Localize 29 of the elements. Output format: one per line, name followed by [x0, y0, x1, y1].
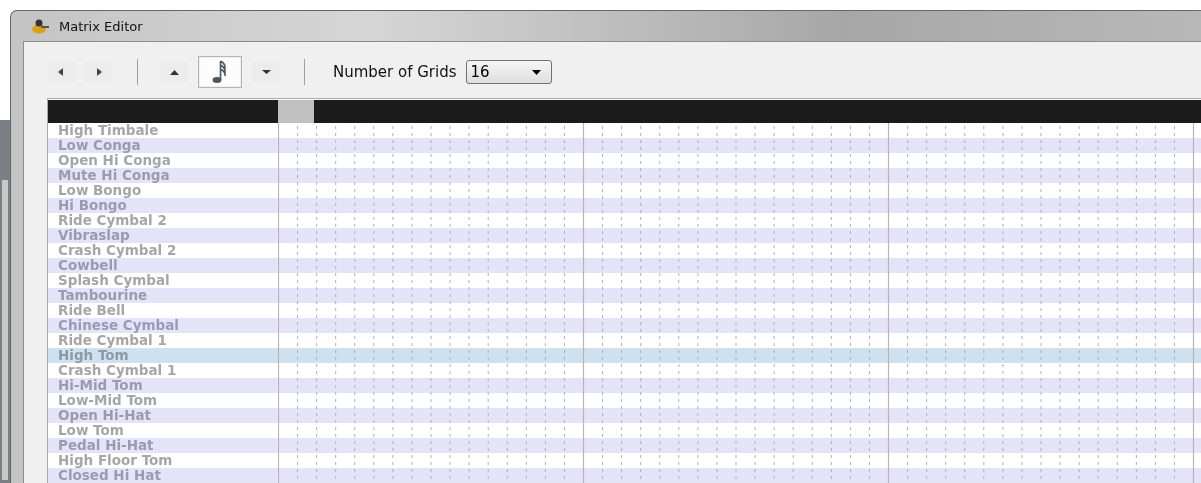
down-button[interactable] — [252, 62, 280, 82]
instrument-row[interactable]: Vibraslap — [48, 228, 1201, 243]
instrument-row[interactable]: Low Conga — [48, 138, 1201, 153]
note-button[interactable] — [198, 56, 242, 88]
instrument-row[interactable]: Tambourine — [48, 288, 1201, 303]
instrument-row[interactable]: Open Hi-Hat — [48, 408, 1201, 423]
instrument-row[interactable]: Mute Hi Conga — [48, 168, 1201, 183]
window-title: Matrix Editor — [59, 18, 143, 34]
instrument-row[interactable]: Hi Bongo — [48, 198, 1201, 213]
previous-button[interactable] — [47, 62, 75, 82]
instrument-name: Closed Hi Hat — [48, 468, 279, 483]
app-icon — [31, 18, 49, 34]
instrument-row[interactable]: Pedal Hi-Hat — [48, 438, 1201, 453]
instrument-row[interactable]: Cowbell — [48, 258, 1201, 273]
instrument-row[interactable]: High Tom — [48, 348, 1201, 363]
grids-label: Number of Grids — [333, 63, 457, 81]
left-arrow-icon — [58, 68, 64, 76]
up-button[interactable] — [160, 62, 188, 82]
down-arrow-icon — [261, 70, 271, 74]
next-button[interactable] — [85, 62, 113, 82]
instrument-row[interactable]: Hi-Mid Tom — [48, 378, 1201, 393]
up-arrow-icon — [169, 69, 179, 75]
right-arrow-icon — [96, 68, 102, 76]
note-icon — [212, 60, 228, 84]
instrument-row[interactable]: Closed Hi Hat — [48, 468, 1201, 483]
instrument-row[interactable]: Chinese Cymbal — [48, 318, 1201, 333]
caret-icon — [531, 69, 541, 75]
playhead-marker[interactable] — [278, 100, 314, 123]
grids-dropdown[interactable]: 16 — [465, 60, 552, 84]
